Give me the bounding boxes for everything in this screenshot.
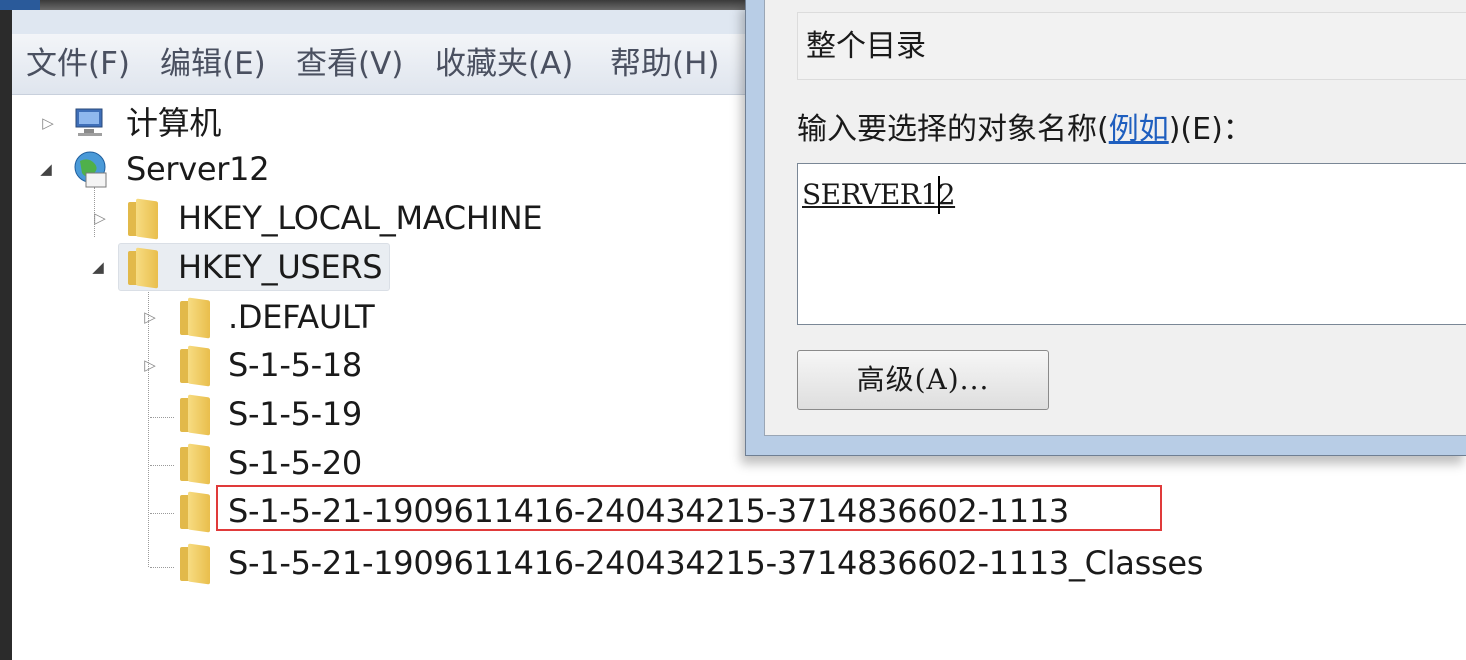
menu-view[interactable]: 查看(V) (296, 44, 403, 84)
title-bar (0, 0, 760, 10)
menu-file[interactable]: 文件(F) (26, 44, 130, 84)
object-name-label-suffix: )(E)： (1168, 112, 1253, 147)
folder-icon (174, 443, 212, 485)
tree-node-hku[interactable]: ◢ HKEY_USERS (82, 245, 402, 291)
computer-icon (72, 103, 110, 143)
expand-arrow-icon[interactable]: ▷ (92, 210, 108, 226)
tree-node-server[interactable]: ◢ Server12 (32, 147, 292, 193)
folder-icon (174, 543, 212, 585)
expand-arrow-icon[interactable]: ▷ (142, 357, 158, 373)
object-name-value: SERVER12 (802, 178, 956, 211)
location-field: 整个目录 (797, 12, 1466, 80)
tree-node-default[interactable]: ▷ .DEFAULT (134, 295, 454, 341)
tree-node-label: 计算机 (126, 104, 222, 142)
menu-bar: 文件(F) 编辑(E) 查看(V) 收藏夹(A) 帮助(H) (12, 34, 752, 95)
regedit-app-icon (0, 0, 40, 10)
tree-node-computer[interactable]: ▷ 计算机 (32, 101, 292, 147)
folder-icon (122, 247, 160, 289)
examples-link[interactable]: 例如 (1109, 112, 1169, 147)
menu-help[interactable]: 帮助(H) (610, 44, 720, 84)
text-caret (938, 176, 940, 214)
tree-node-s-1-5-19[interactable]: S-1-5-19 (134, 392, 454, 438)
folder-icon (174, 491, 212, 533)
tree-node-user-sid[interactable]: S-1-5-21-1909611416-240434215-3714836602… (134, 489, 1134, 535)
location-value: 整个目录 (806, 29, 926, 64)
dialog-body: 整个目录 输入要选择的对象名称(例如)(E)： SERVER12 高级(A)..… (764, 0, 1466, 436)
menu-edit[interactable]: 编辑(E) (160, 44, 266, 84)
tree-node-user-sid-classes[interactable]: S-1-5-21-1909611416-240434215-3714836602… (134, 541, 1274, 587)
tree-node-label: S-1-5-21-1909611416-240434215-3714836602… (228, 492, 1069, 530)
expand-arrow-icon[interactable]: ▷ (142, 309, 158, 325)
tree-node-s-1-5-20[interactable]: S-1-5-20 (134, 441, 454, 487)
folder-icon (122, 198, 160, 240)
tree-node-label: HKEY_USERS (178, 248, 383, 286)
tree-node-label: .DEFAULT (228, 298, 375, 336)
collapse-arrow-icon[interactable]: ◢ (90, 259, 106, 275)
menu-favorites[interactable]: 收藏夹(A) (435, 44, 573, 84)
object-name-label-prefix: 输入要选择的对象名称( (797, 112, 1109, 147)
folder-icon (174, 297, 212, 339)
window-border (0, 10, 12, 660)
menubar-top (12, 10, 752, 34)
tree-node-label: S-1-5-20 (228, 444, 362, 482)
object-name-input[interactable]: SERVER12 (797, 163, 1466, 325)
tree-node-label: S-1-5-19 (228, 395, 362, 433)
folder-icon (174, 345, 212, 387)
tree-node-label: S-1-5-21-1909611416-240434215-3714836602… (228, 544, 1204, 582)
expand-arrow-icon[interactable]: ▷ (40, 115, 56, 131)
tree-node-label: S-1-5-18 (228, 346, 362, 384)
advanced-button[interactable]: 高级(A)... (797, 350, 1049, 410)
tree-node-label: Server12 (126, 150, 270, 188)
object-name-label: 输入要选择的对象名称(例如)(E)： (797, 104, 1253, 148)
tree-node-label: HKEY_LOCAL_MACHINE (178, 199, 543, 237)
folder-icon (174, 394, 212, 436)
network-computer-icon (72, 149, 110, 189)
tree-node-s-1-5-18[interactable]: ▷ S-1-5-18 (134, 343, 454, 389)
tree-node-hklm[interactable]: ▷ HKEY_LOCAL_MACHINE (82, 196, 602, 242)
collapse-arrow-icon[interactable]: ◢ (38, 161, 54, 177)
select-object-dialog: 整个目录 输入要选择的对象名称(例如)(E)： SERVER12 高级(A)..… (745, 0, 1466, 456)
